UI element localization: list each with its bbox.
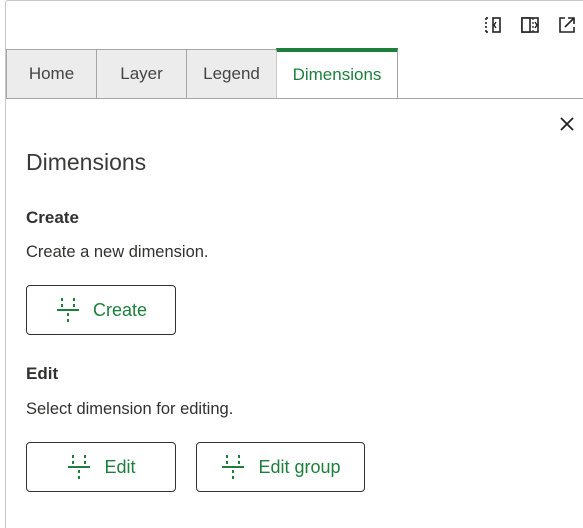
panel-dock-icon[interactable] <box>518 13 542 37</box>
tab-dimensions[interactable]: Dimensions <box>276 48 398 98</box>
panel-collapse-icon[interactable] <box>481 13 505 37</box>
create-button[interactable]: Create <box>26 285 176 335</box>
tab-bar-divider <box>6 98 583 99</box>
tab-bar: Home Layer Legend Dimensions <box>6 48 583 99</box>
close-icon[interactable] <box>557 114 577 134</box>
edit-group-button[interactable]: Edit group <box>196 442 365 492</box>
dimension-icon <box>220 452 246 482</box>
popout-icon[interactable] <box>555 13 579 37</box>
dimension-icon <box>55 295 81 325</box>
tab-layer[interactable]: Layer <box>96 49 187 98</box>
edit-section-description: Select dimension for editing. <box>26 400 234 418</box>
panel-frame: Home Layer Legend Dimensions Dimensions … <box>5 0 583 528</box>
edit-section-heading: Edit <box>26 364 59 383</box>
page-title: Dimensions <box>26 149 147 175</box>
edit-button[interactable]: Edit <box>26 442 176 492</box>
tab-home[interactable]: Home <box>6 49 97 98</box>
window-toolbar <box>481 13 579 37</box>
create-section-description: Create a new dimension. <box>26 243 209 261</box>
edit-button-label: Edit <box>104 456 136 477</box>
create-section-heading: Create <box>26 208 79 227</box>
create-button-label: Create <box>92 299 148 320</box>
dimension-icon <box>66 452 92 482</box>
tab-legend[interactable]: Legend <box>186 49 277 98</box>
edit-group-button-label: Edit group <box>258 456 341 477</box>
